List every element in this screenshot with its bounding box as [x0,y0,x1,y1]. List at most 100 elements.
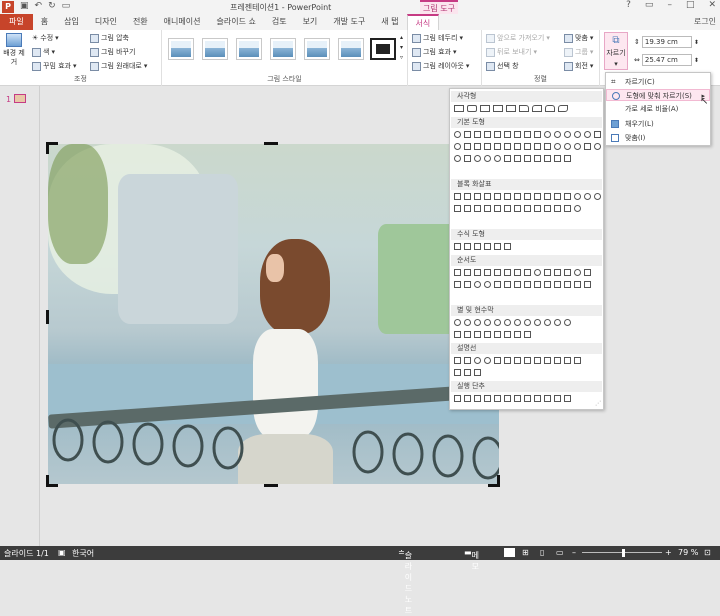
cloud-callout-shape[interactable] [484,357,491,364]
styles-scroll-down-icon[interactable]: ▾ [400,44,403,51]
curved-up-arrow-shape[interactable] [594,193,601,200]
menu-item-fit[interactable]: 맞춤(I) [606,132,710,144]
cross-shape[interactable] [504,143,511,150]
division-shape[interactable] [484,243,491,250]
crop-handle-top-left-v[interactable] [46,142,49,154]
line-callout-accent-1-shape[interactable] [524,357,531,364]
chevron-shape[interactable] [494,205,501,212]
up-ribbon-shape[interactable] [454,331,461,338]
tab-home[interactable]: 홈 [33,14,56,30]
sun-shape[interactable] [474,155,481,162]
flowchart-data-shape[interactable] [484,269,491,276]
bent-arrow-shape[interactable] [534,193,541,200]
curved-down-ribbon-shape[interactable] [484,331,491,338]
star-16-shape[interactable] [544,319,551,326]
tab-developer[interactable]: 개발 도구 [325,14,373,30]
flowchart-card-shape[interactable] [454,281,461,288]
explosion-2-shape[interactable] [464,319,471,326]
line-callout-accent-3-shape[interactable] [544,357,551,364]
width-input[interactable]: 25.47 cm [641,54,692,66]
flowchart-terminator-shape[interactable] [534,269,541,276]
action-button-document-shape[interactable] [534,395,541,402]
menu-item-aspect-ratio[interactable]: 가로 세로 비율(A) [606,103,710,115]
flowchart-manual-operation-shape[interactable] [564,269,571,276]
action-button-back-shape[interactable] [454,395,461,402]
dodecagon-shape[interactable] [564,131,571,138]
action-button-home-shape[interactable] [494,395,501,402]
tab-new-tab[interactable]: 새 탭 [373,14,406,30]
tab-format[interactable]: 서식 [406,14,440,30]
zoom-slider-thumb[interactable] [622,549,625,557]
flowchart-punched-tape-shape[interactable] [464,281,471,288]
rectangular-callout-shape[interactable] [454,357,461,364]
lightning-bolt-shape[interactable] [464,155,471,162]
left-right-arrow-callout-shape[interactable] [544,205,551,212]
right-bracket-shape[interactable] [544,155,551,162]
send-backward-button[interactable]: 뒤로 보내기 ▾ [486,47,537,57]
moon-shape[interactable] [484,155,491,162]
picture-effects-button[interactable]: 그림 효과 ▾ [412,47,457,57]
diamond-shape[interactable] [504,131,511,138]
flowchart-delay-shape[interactable] [544,281,551,288]
resize-grip-icon[interactable]: ⋰ [595,400,601,407]
save-icon[interactable]: ▣ [20,1,29,13]
flowchart-manual-input-shape[interactable] [554,269,561,276]
line-callout-accent-2-shape[interactable] [534,357,541,364]
bent-up-arrow-shape[interactable] [564,193,571,200]
styles-scroll-up-icon[interactable]: ▴ [400,34,403,41]
language-indicator[interactable]: 한국어 [72,548,94,559]
minus-shape[interactable] [464,243,471,250]
no-symbol-shape[interactable] [564,143,571,150]
teardrop-shape[interactable] [594,131,601,138]
crop-handle-middle-left[interactable] [46,310,49,324]
wave-shape[interactable] [514,331,521,338]
block-arc-shape[interactable] [574,143,581,150]
oval-shape[interactable] [454,131,461,138]
slide-sorter-view-icon[interactable]: ⊞ [522,548,529,557]
action-button-movie-shape[interactable] [524,395,531,402]
down-arrow-shape[interactable] [484,193,491,200]
flowchart-magnetic-disk-shape[interactable] [564,281,571,288]
flowchart-extract-shape[interactable] [514,281,521,288]
star-10-shape[interactable] [524,319,531,326]
star-4-shape[interactable] [474,319,481,326]
triangle-shape[interactable] [464,131,471,138]
line-callout-2-shape[interactable] [504,357,511,364]
flowchart-merge-shape[interactable] [524,281,531,288]
picture-style-5[interactable] [304,38,330,60]
circular-arrow-shape[interactable] [574,205,581,212]
help-icon[interactable]: ? [626,0,631,10]
pentagon-shape[interactable] [514,131,521,138]
flowchart-multidocument-shape[interactable] [524,269,531,276]
artistic-effects-button[interactable]: 꾸밈 효과 ▾ [32,61,77,71]
zoom-level[interactable]: 79 % [678,548,698,557]
styles-more-icon[interactable]: ▿ [400,54,403,61]
not-equal-shape[interactable] [504,243,511,250]
frame-shape[interactable] [464,143,471,150]
bevel-shape[interactable] [544,143,551,150]
rotate-button[interactable]: 회전 ▾ [564,61,593,71]
line-callout-3-shape[interactable] [514,357,521,364]
l-shape[interactable] [484,143,491,150]
star-12-shape[interactable] [534,319,541,326]
align-button[interactable]: 맞춤 ▾ [564,33,593,43]
left-up-arrow-shape[interactable] [554,193,561,200]
octagon-shape[interactable] [544,131,551,138]
flowchart-document-shape[interactable] [514,269,521,276]
menu-item-crop-to-shape[interactable]: 도형에 맞춰 자르기(S) ▸ [606,89,710,101]
curved-right-arrow-shape[interactable] [574,193,581,200]
star-6-shape[interactable] [494,319,501,326]
left-bracket-shape[interactable] [534,155,541,162]
selected-picture[interactable] [48,144,499,484]
smiley-face-shape[interactable] [594,143,601,150]
snip-same-side-rectangle-shape[interactable] [493,105,503,112]
flowchart-display-shape[interactable] [584,281,591,288]
rounded-rectangle-shape[interactable] [467,105,477,112]
flowchart-connector-shape[interactable] [574,269,581,276]
folded-corner-shape[interactable] [584,143,591,150]
flowchart-summing-junction-shape[interactable] [474,281,481,288]
menu-item-fill[interactable]: 채우기(L) [606,118,710,130]
login-link[interactable]: 로그인 [694,14,716,30]
flowchart-predefined-process-shape[interactable] [494,269,501,276]
left-arrow-callout-shape[interactable] [524,205,531,212]
